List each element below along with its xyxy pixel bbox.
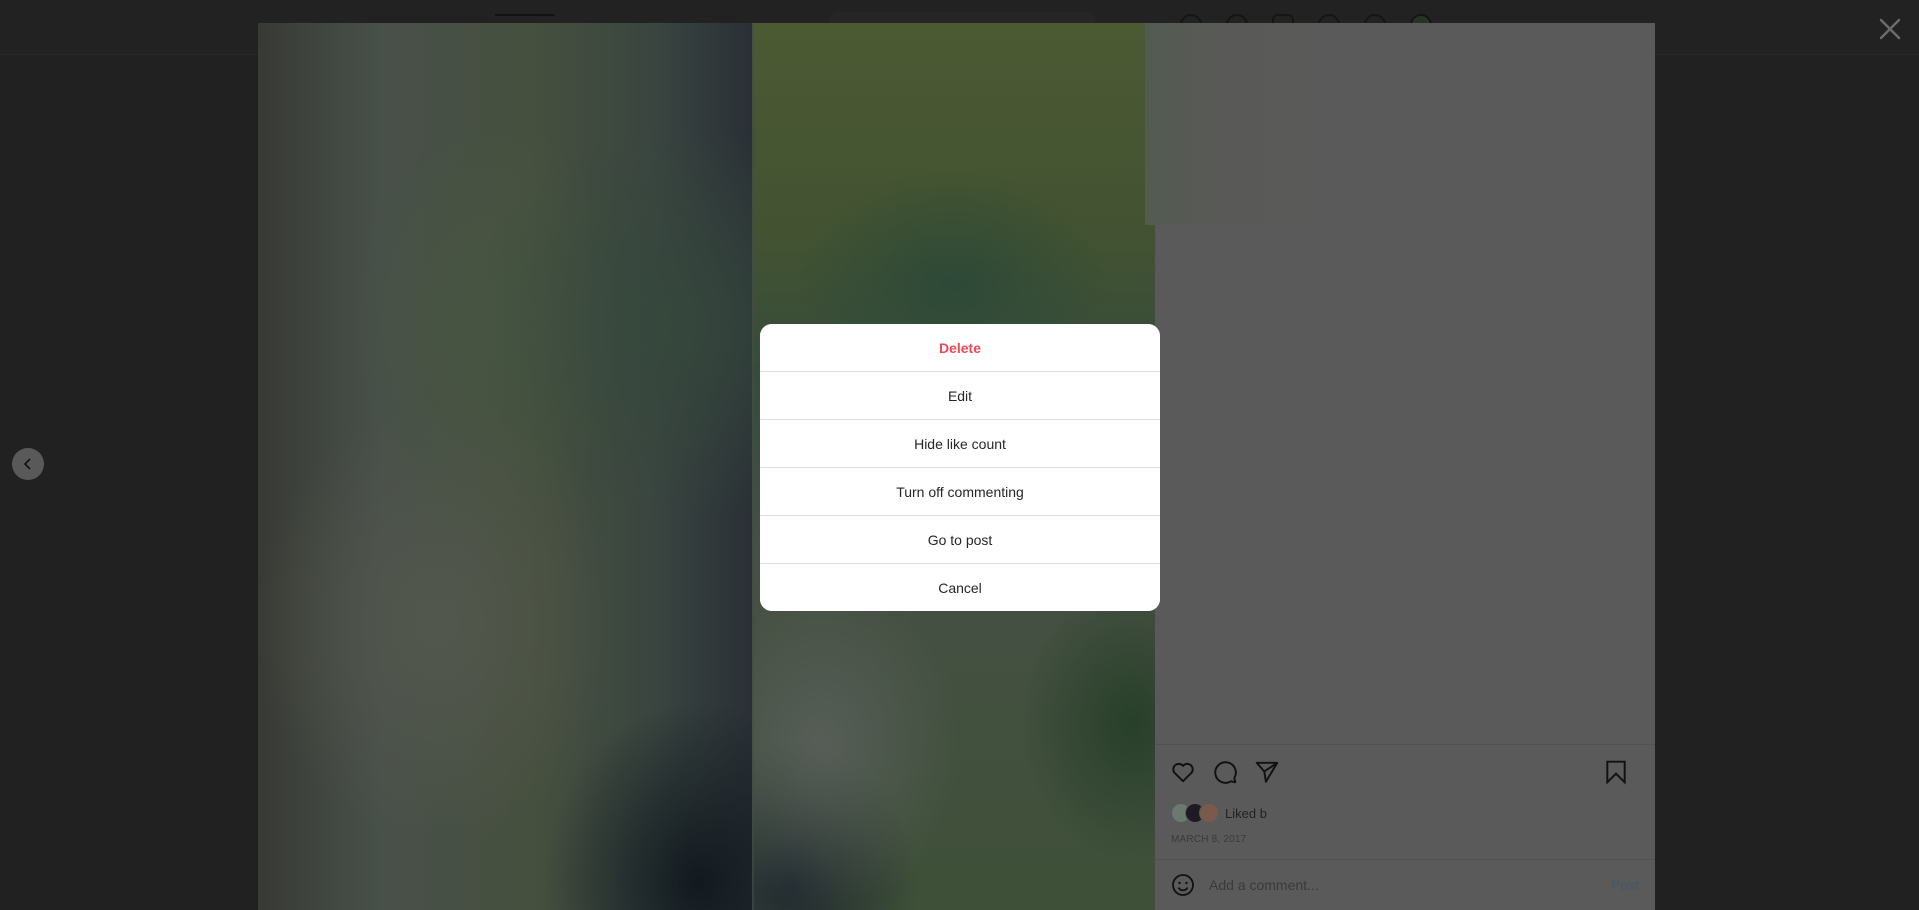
post-side-panel: Liked b March 8, 2017 Post bbox=[1145, 23, 1655, 910]
turn-off-commenting-button[interactable]: Turn off commenting bbox=[760, 467, 1160, 515]
liked-by-text[interactable]: Liked b bbox=[1225, 806, 1267, 821]
bookmark-icon bbox=[1606, 760, 1626, 785]
heart-icon bbox=[1172, 762, 1194, 783]
comment-input[interactable] bbox=[1209, 877, 1611, 893]
liked-by-row: Liked b bbox=[1171, 803, 1267, 823]
chevron-left-icon bbox=[23, 458, 31, 470]
previous-post-button[interactable] bbox=[12, 448, 44, 480]
emoji-icon[interactable] bbox=[1171, 873, 1195, 897]
hide-like-count-button[interactable]: Hide like count bbox=[760, 419, 1160, 467]
comment-bar: Post bbox=[1155, 859, 1655, 910]
post-options-dialog: Delete Edit Hide like count Turn off com… bbox=[760, 324, 1160, 611]
cancel-button[interactable]: Cancel bbox=[760, 563, 1160, 611]
delete-button[interactable]: Delete bbox=[760, 324, 1160, 371]
like-button[interactable] bbox=[1170, 759, 1196, 785]
close-icon bbox=[1879, 18, 1901, 40]
comment-icon bbox=[1214, 761, 1237, 784]
liker-avatar[interactable] bbox=[1199, 803, 1219, 823]
save-button[interactable] bbox=[1603, 759, 1629, 785]
post-header bbox=[1145, 23, 1655, 225]
edit-button[interactable]: Edit bbox=[760, 371, 1160, 419]
image-divider bbox=[752, 23, 754, 910]
action-row bbox=[1170, 759, 1280, 785]
go-to-post-button[interactable]: Go to post bbox=[760, 515, 1160, 563]
post-date: March 8, 2017 bbox=[1171, 834, 1247, 845]
post-image-left bbox=[258, 23, 752, 910]
close-button[interactable] bbox=[1877, 16, 1903, 42]
post-comment-button[interactable]: Post bbox=[1611, 877, 1639, 893]
comment-button[interactable] bbox=[1212, 759, 1238, 785]
share-icon bbox=[1255, 761, 1279, 783]
share-button[interactable] bbox=[1254, 759, 1280, 785]
post-actions-section: Liked b March 8, 2017 bbox=[1155, 744, 1655, 859]
